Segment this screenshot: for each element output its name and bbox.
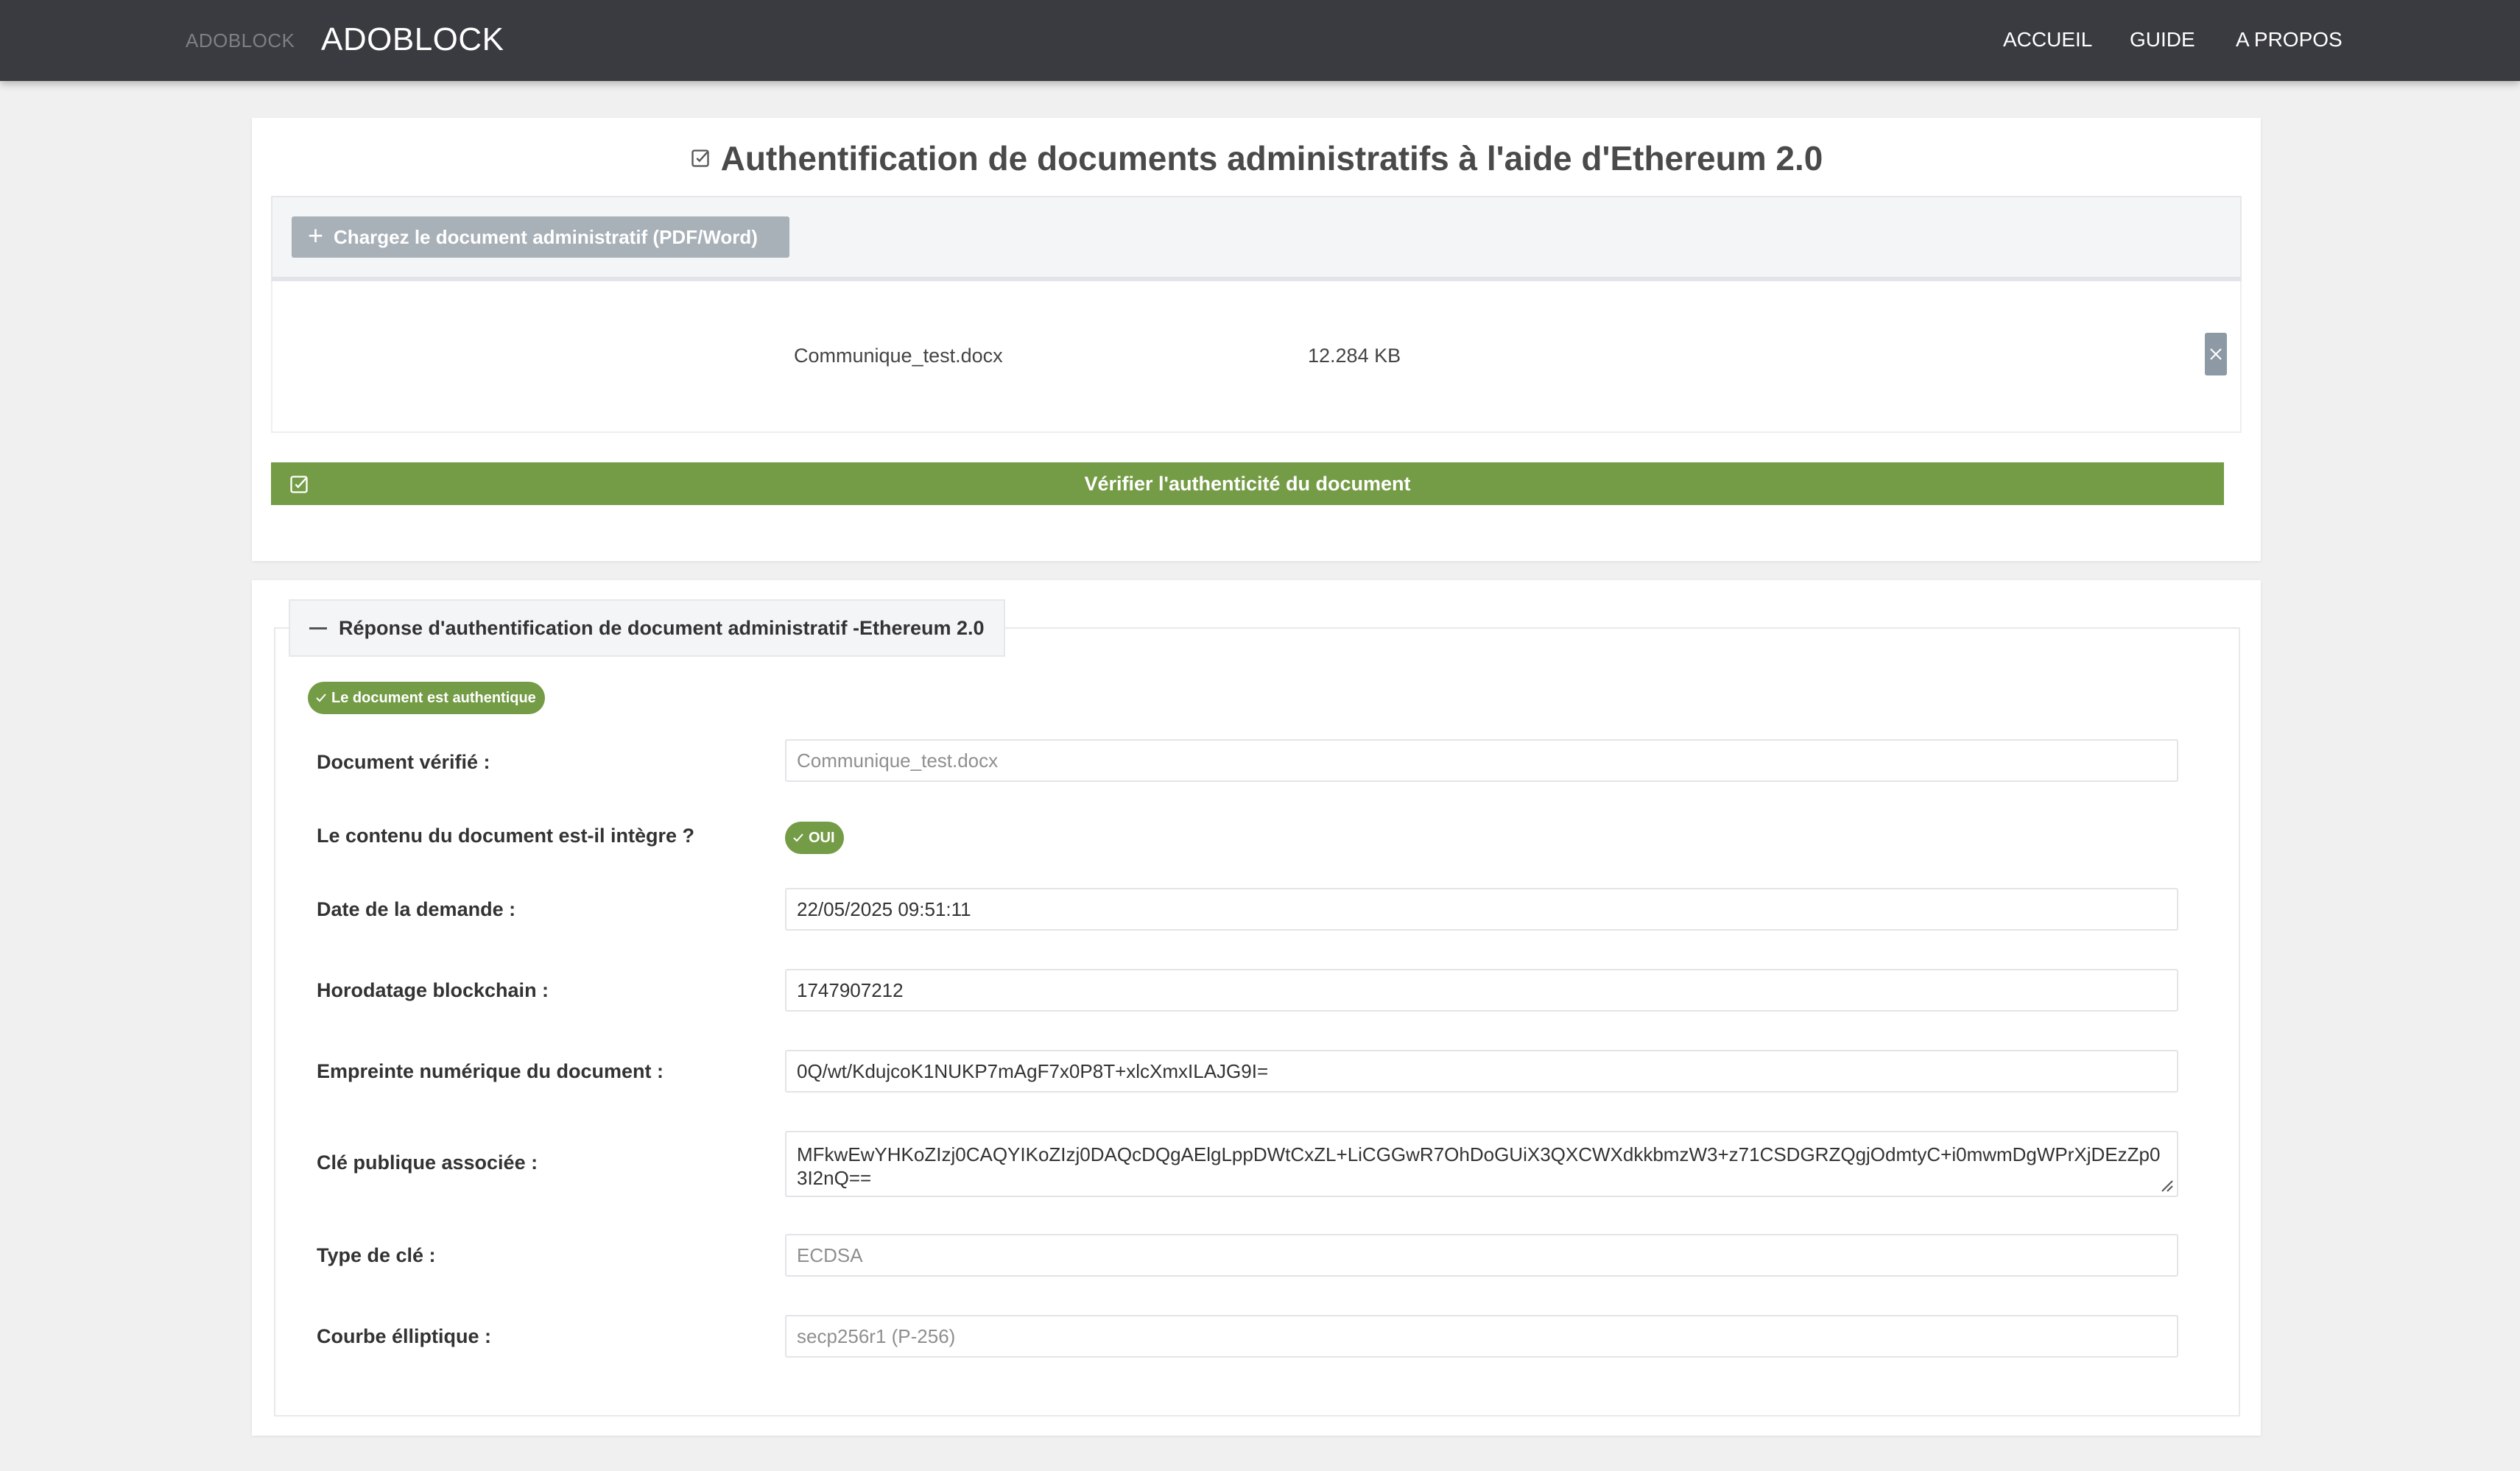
- file-name: Communique_test.docx: [794, 345, 1003, 367]
- nav-link-a-propos[interactable]: A PROPOS: [2236, 28, 2343, 52]
- integrity-badge: OUI: [785, 822, 844, 854]
- integrity-label: Le contenu du document est-il intègre ?: [317, 825, 695, 847]
- upload-document-button[interactable]: + Chargez le document administratif (PDF…: [292, 216, 789, 258]
- upload-panel: Authentification de documents administra…: [252, 118, 2261, 561]
- pubkey-label: Clé publique associée :: [317, 1151, 538, 1174]
- keytype-label: Type de clé :: [317, 1244, 436, 1266]
- file-list: Communique_test.docx 12.284 KB: [271, 281, 2242, 433]
- nav-link-accueil[interactable]: ACCUEIL: [2003, 28, 2092, 52]
- response-legend-toggle[interactable]: Réponse d'authentification de document a…: [289, 599, 1005, 657]
- upload-button-label: Chargez le document administratif (PDF/W…: [334, 225, 758, 248]
- curve-field[interactable]: secp256r1 (P-256): [785, 1315, 2178, 1358]
- document-field[interactable]: Communique_test.docx: [785, 739, 2178, 782]
- timestamp-field[interactable]: 1747907212: [785, 969, 2178, 1012]
- page-title-text: Authentification de documents administra…: [720, 139, 1823, 177]
- document-label: Document vérifié :: [317, 751, 490, 773]
- check-icon: [793, 833, 803, 842]
- status-badge: Le document est authentique: [308, 682, 545, 714]
- brand-small[interactable]: ADOBLOCK: [186, 29, 295, 52]
- status-badge-label: Le document est authentique: [331, 689, 536, 706]
- date-label: Date de la demande :: [317, 898, 516, 920]
- curve-label: Courbe élliptique :: [317, 1325, 492, 1347]
- check-square-icon: [290, 476, 308, 493]
- response-legend-label: Réponse d'authentification de document a…: [339, 616, 985, 639]
- date-field[interactable]: 22/05/2025 09:51:11: [785, 888, 2178, 931]
- resize-handle-icon[interactable]: [2158, 1177, 2174, 1193]
- pubkey-textarea[interactable]: MFkwEwYHKoZIzj0CAQYIKoZIzj0DAQcDQgAElgLp…: [785, 1131, 2178, 1197]
- check-icon: [316, 694, 326, 702]
- top-navbar: ADOBLOCK ADOBLOCK ACCUEIL GUIDE A PROPOS: [0, 0, 2520, 81]
- remove-file-button[interactable]: [2205, 333, 2227, 375]
- response-panel: Réponse d'authentification de document a…: [252, 580, 2261, 1436]
- upload-header: + Chargez le document administratif (PDF…: [271, 196, 2242, 281]
- page-title: Authentification de documents administra…: [252, 138, 2261, 178]
- hash-field[interactable]: 0Q/wt/KdujcoK1NUKP7mAgF7x0P8T+xlcXmxILAJ…: [785, 1050, 2178, 1093]
- nav-link-guide[interactable]: GUIDE: [2130, 28, 2195, 52]
- hash-label: Empreinte numérique du document :: [317, 1060, 664, 1082]
- verify-authenticity-button[interactable]: Vérifier l'authenticité du document: [271, 462, 2224, 505]
- keytype-field[interactable]: ECDSA: [785, 1234, 2178, 1277]
- minus-icon: [309, 627, 327, 629]
- check-square-icon: [691, 149, 709, 167]
- file-size: 12.284 KB: [1308, 345, 1401, 367]
- pubkey-value: MFkwEwYHKoZIzj0CAQYIKoZIzj0DAQcDQgAElgLp…: [797, 1143, 2161, 1189]
- close-icon: [2210, 348, 2222, 360]
- plus-icon: +: [308, 220, 324, 250]
- integrity-badge-label: OUI: [809, 829, 835, 846]
- brand-logo[interactable]: ADOBLOCK: [321, 21, 504, 58]
- timestamp-label: Horodatage blockchain :: [317, 979, 549, 1001]
- verify-button-label: Vérifier l'authenticité du document: [1084, 472, 1411, 495]
